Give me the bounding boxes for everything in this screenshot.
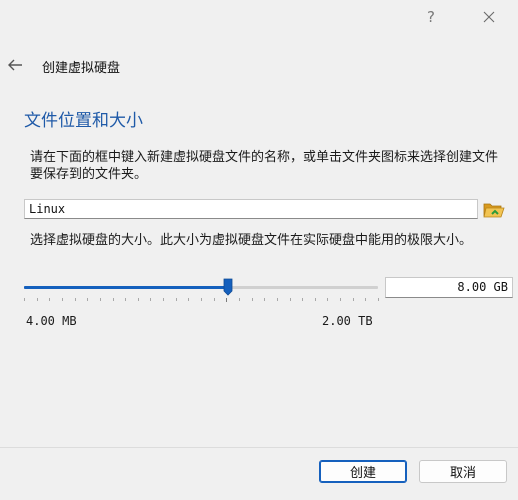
slider-tick bbox=[252, 298, 253, 301]
slider-tick bbox=[290, 298, 291, 301]
slider-tick bbox=[378, 298, 379, 301]
wizard-title: 创建虚拟硬盘 bbox=[42, 61, 121, 76]
back-button[interactable] bbox=[4, 52, 26, 78]
slider-tick bbox=[302, 298, 303, 301]
wizard-header: 创建虚拟硬盘 bbox=[0, 50, 518, 80]
close-button[interactable] bbox=[474, 4, 504, 30]
slider-tick bbox=[24, 298, 25, 301]
size-slider[interactable] bbox=[24, 278, 380, 302]
slider-tick bbox=[62, 298, 63, 301]
dialog-footer: 创建 取消 bbox=[0, 447, 518, 500]
slider-tick bbox=[49, 298, 50, 301]
slider-tick bbox=[239, 298, 240, 301]
slider-thumb[interactable] bbox=[223, 278, 233, 296]
slider-tick bbox=[340, 298, 341, 301]
slider-tick bbox=[138, 298, 139, 301]
file-location-input[interactable]: Linux bbox=[24, 199, 478, 219]
slider-tick bbox=[365, 298, 366, 301]
create-button[interactable]: 创建 bbox=[319, 460, 407, 483]
slider-tick bbox=[163, 298, 164, 301]
slider-tick bbox=[100, 298, 101, 301]
slider-tick bbox=[214, 298, 215, 301]
close-icon bbox=[483, 11, 495, 23]
location-description: 请在下面的框中键入新建虚拟硬盘文件的名称，或单击文件夹图标来选择创建文件要保存到… bbox=[30, 150, 499, 182]
size-min-label: 4.00 MB bbox=[26, 314, 77, 328]
size-description: 选择虚拟硬盘的大小。此大小为虚拟硬盘文件在实际硬盘中能用的极限大小。 bbox=[30, 233, 473, 248]
slider-tick bbox=[226, 298, 227, 302]
help-button[interactable]: ? bbox=[416, 4, 446, 30]
slider-tick bbox=[125, 298, 126, 301]
slider-tick bbox=[353, 298, 354, 301]
slider-tick bbox=[315, 298, 316, 301]
size-input[interactable]: 8.00 GB bbox=[385, 277, 513, 298]
title-bar: ? bbox=[0, 0, 518, 34]
choose-folder-button[interactable] bbox=[482, 199, 506, 221]
slider-tick bbox=[201, 298, 202, 301]
slider-tick bbox=[87, 298, 88, 301]
create-virtual-disk-dialog: ? 创建虚拟硬盘 文件位置和大小 请在下面的框中键入新建虚拟硬盘文件的名称，或单… bbox=[0, 0, 518, 500]
slider-fill bbox=[24, 286, 228, 289]
slider-tick bbox=[264, 298, 265, 301]
slider-tick bbox=[113, 298, 114, 301]
slider-tick bbox=[75, 298, 76, 301]
slider-tick bbox=[327, 298, 328, 301]
slider-tick bbox=[188, 298, 189, 301]
slider-tick bbox=[176, 298, 177, 301]
back-arrow-icon bbox=[8, 59, 22, 71]
slider-tick bbox=[277, 298, 278, 301]
slider-tick bbox=[150, 298, 151, 301]
slider-tick bbox=[37, 298, 38, 301]
section-title: 文件位置和大小 bbox=[24, 111, 143, 131]
folder-open-icon bbox=[483, 203, 505, 218]
cancel-button[interactable]: 取消 bbox=[419, 460, 507, 483]
size-max-label: 2.00 TB bbox=[322, 314, 373, 328]
